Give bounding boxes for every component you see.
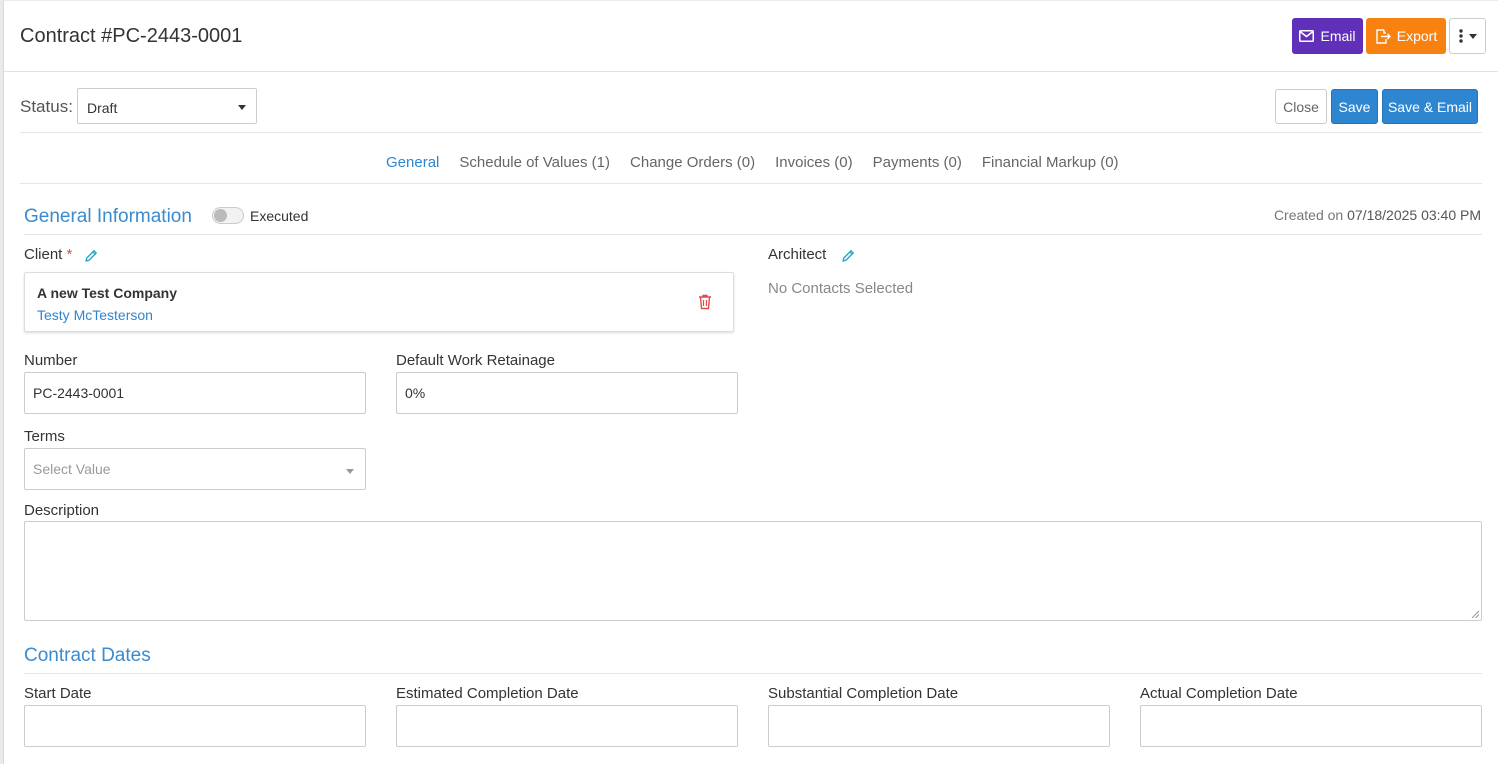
status-value: Draft — [87, 100, 118, 116]
retainage-value: 0% — [405, 385, 426, 401]
divider — [24, 234, 1482, 235]
export-button-label: Export — [1396, 28, 1438, 44]
modal-header: Contract #PC-2443-0001 Email Export — [4, 1, 1498, 72]
number-input[interactable]: PC-2443-0001 — [24, 372, 366, 414]
tab-general[interactable]: General — [386, 154, 439, 171]
envelope-icon — [1299, 30, 1315, 42]
general-information-heading: General Information — [24, 206, 192, 227]
actual-completion-label: Actual Completion Date — [1140, 685, 1298, 702]
start-date-input[interactable] — [24, 705, 366, 747]
executed-toggle[interactable] — [212, 207, 244, 224]
pencil-icon[interactable] — [83, 248, 99, 264]
divider — [20, 132, 1482, 133]
resize-handle-icon[interactable] — [1471, 610, 1479, 618]
substantial-completion-input[interactable] — [768, 705, 1110, 747]
created-on-text: Created on 07/18/2025 03:40 PM — [1274, 207, 1481, 223]
start-date-label: Start Date — [24, 685, 92, 702]
tab-bar: General Schedule of Values (1) Change Or… — [386, 154, 1119, 171]
status-label: Status: — [20, 97, 73, 116]
page-title: Contract #PC-2443-0001 — [20, 25, 243, 47]
status-select[interactable]: Draft — [77, 88, 257, 124]
vertical-ellipsis-icon — [1458, 29, 1463, 43]
created-prefix: Created on — [1273, 207, 1344, 223]
terms-label: Terms — [24, 428, 65, 445]
actual-completion-input[interactable] — [1140, 705, 1482, 747]
client-company-name: A new Test Company — [37, 285, 178, 301]
contract-modal: Contract #PC-2443-0001 Email Export Stat… — [3, 1, 1498, 764]
terms-select[interactable]: Select Value — [24, 448, 366, 490]
more-actions-button[interactable] — [1449, 18, 1486, 54]
required-marker: * — [66, 246, 73, 263]
caret-down-icon — [346, 469, 354, 474]
retainage-input[interactable]: 0% — [396, 372, 738, 414]
client-label: Client * — [24, 246, 72, 263]
client-label-text: Client — [24, 246, 63, 263]
tab-change-orders[interactable]: Change Orders (0) — [630, 154, 755, 171]
export-file-icon — [1376, 28, 1391, 44]
client-contact-link[interactable]: Testy McTesterson — [37, 307, 153, 323]
client-card: A new Test Company Testy McTesterson — [24, 272, 734, 332]
trash-icon[interactable] — [698, 294, 712, 310]
save-button[interactable]: Save — [1331, 89, 1378, 124]
retainage-label: Default Work Retainage — [396, 352, 555, 369]
description-textarea[interactable] — [24, 521, 1482, 621]
email-button-label: Email — [1320, 28, 1356, 44]
export-button[interactable]: Export — [1366, 18, 1446, 54]
tab-schedule-of-values[interactable]: Schedule of Values (1) — [459, 154, 610, 171]
close-button[interactable]: Close — [1275, 89, 1327, 124]
executed-label: Executed — [250, 208, 309, 224]
estimated-completion-label: Estimated Completion Date — [396, 685, 579, 702]
number-label: Number — [24, 352, 78, 369]
description-label: Description — [24, 502, 100, 519]
divider — [20, 183, 1482, 184]
save-and-email-button[interactable]: Save & Email — [1382, 89, 1478, 124]
architect-label: Architect — [768, 246, 827, 263]
created-timestamp: 07/18/2025 03:40 PM — [1347, 207, 1481, 223]
tab-payments[interactable]: Payments (0) — [873, 154, 962, 171]
substantial-completion-label: Substantial Completion Date — [768, 685, 959, 702]
terms-placeholder: Select Value — [33, 461, 111, 477]
email-button[interactable]: Email — [1292, 18, 1363, 54]
estimated-completion-input[interactable] — [396, 705, 738, 747]
architect-empty-text: No Contacts Selected — [768, 280, 914, 297]
contract-dates-heading: Contract Dates — [24, 645, 151, 666]
divider — [24, 673, 1482, 674]
caret-down-icon — [238, 105, 246, 110]
toggle-knob — [214, 209, 227, 222]
pencil-icon[interactable] — [840, 248, 856, 264]
number-value: PC-2443-0001 — [33, 385, 125, 401]
tab-financial-markup[interactable]: Financial Markup (0) — [982, 154, 1119, 171]
caret-down-icon — [1468, 33, 1477, 39]
tab-invoices[interactable]: Invoices (0) — [775, 154, 853, 171]
